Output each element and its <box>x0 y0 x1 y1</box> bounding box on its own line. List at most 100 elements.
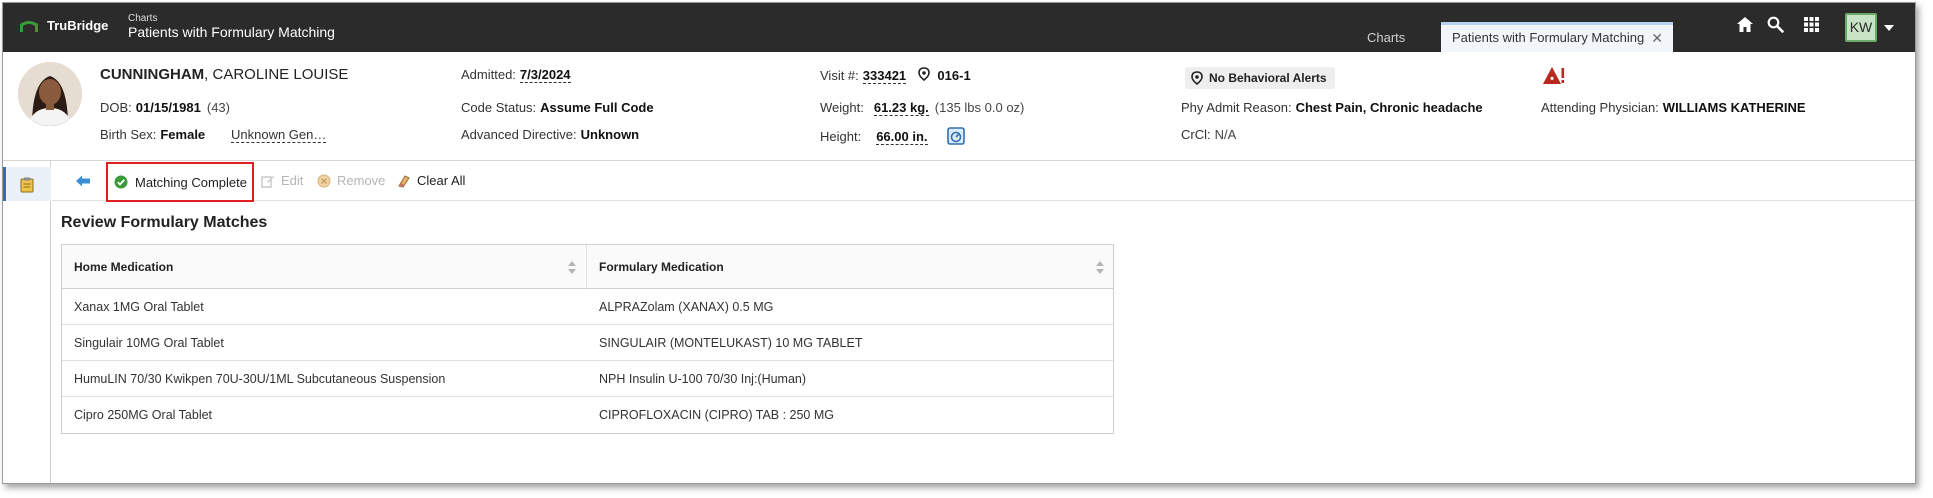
formulary-matches-table: Home Medication Formulary Medication Xan… <box>61 244 1114 434</box>
left-rail <box>3 161 51 483</box>
table-header: Home Medication Formulary Medication <box>62 245 1113 289</box>
dob-label: DOB: <box>100 100 132 115</box>
home-medication-cell: HumuLIN 70/30 Kwikpen 70U-30U/1ML Subcut… <box>74 372 446 386</box>
column-home-medication-label: Home Medication <box>74 260 174 274</box>
patient-name: CUNNINGHAM, CAROLINE LOUISE <box>100 66 348 83</box>
clear-all-label: Clear All <box>417 173 466 188</box>
home-medication-cell: Cipro 250MG Oral Tablet <box>74 408 213 422</box>
dob-field: DOB: 01/15/1981 (43) <box>100 100 230 115</box>
height-label: Height: <box>820 129 862 144</box>
back-arrow-icon[interactable] <box>75 174 91 188</box>
visit-value[interactable]: 333421 <box>862 68 907 84</box>
sort-icon[interactable] <box>1096 261 1104 274</box>
top-icons <box>1736 16 1820 33</box>
location-pin-icon <box>917 67 930 82</box>
weight-field: Weight: 61.23 kg. (135 lbs 0.0 oz) <box>820 100 1025 116</box>
app-window: TruBridge Charts Patients with Formulary… <box>2 2 1916 484</box>
attending-value: WILLIAMS KATHERINE <box>1662 100 1806 115</box>
visit-field: Visit #: 333421 016-1 <box>820 67 971 84</box>
phy-admit-reason-field: Phy Admit Reason: Chest Pain, Chronic hea… <box>1181 100 1483 115</box>
code-status-value: Assume Full Code <box>540 100 654 115</box>
edit-icon <box>261 175 274 188</box>
behavioral-alerts-text: No Behavioral Alerts <box>1209 71 1327 85</box>
table-row[interactable]: Singulair 10MG Oral Tablet SINGULAIR (MO… <box>62 325 1113 361</box>
brand-name: TruBridge <box>47 18 109 33</box>
table-row[interactable]: HumuLIN 70/30 Kwikpen 70U-30U/1ML Subcut… <box>62 361 1113 397</box>
edit-button[interactable]: Edit <box>261 173 303 188</box>
phy-admit-value: Chest Pain, Chronic headache <box>1295 100 1483 115</box>
close-tab-icon[interactable]: ✕ <box>1651 25 1663 51</box>
tab-patients-formulary[interactable]: Patients with Formulary Matching ✕ <box>1441 22 1673 52</box>
crcl-value: N/A <box>1214 127 1237 142</box>
remove-button[interactable]: Remove <box>317 173 385 188</box>
room-value: 016-1 <box>937 68 971 83</box>
admitted-field: Admitted: 7/3/2024 <box>461 67 571 83</box>
apps-grid-icon[interactable] <box>1803 16 1820 33</box>
rail-item-clipboard[interactable] <box>3 167 51 201</box>
check-circle-icon <box>114 175 128 189</box>
advanced-directive-label: Advanced Directive: <box>461 127 577 142</box>
table-row[interactable]: Cipro 250MG Oral Tablet CIPROFLOXACIN (C… <box>62 397 1113 433</box>
formulary-medication-cell: NPH Insulin U-100 70/30 Inj:(Human) <box>599 372 807 386</box>
code-status-label: Code Status: <box>461 100 537 115</box>
formulary-medication-cell: ALPRAZolam (XANAX) 0.5 MG <box>599 300 774 314</box>
home-icon[interactable] <box>1736 16 1754 33</box>
matching-complete-button[interactable]: Matching Complete <box>106 162 254 202</box>
brand-logo[interactable]: TruBridge <box>19 18 108 33</box>
clipboard-icon <box>20 177 34 193</box>
home-medication-cell: Xanax 1MG Oral Tablet <box>74 300 204 314</box>
sort-icon[interactable] <box>568 261 576 274</box>
patient-last-name: CUNNINGHAM <box>100 66 205 83</box>
trubridge-logo-icon <box>20 20 38 32</box>
remove-label: Remove <box>337 173 386 188</box>
edit-label: Edit <box>281 173 304 188</box>
matching-complete-label: Matching Complete <box>135 174 247 190</box>
table-row[interactable]: Xanax 1MG Oral Tablet ALPRAZolam (XANAX)… <box>62 289 1113 325</box>
code-status-field: Code Status: Assume Full Code <box>461 100 654 115</box>
column-formulary-medication[interactable]: Formulary Medication <box>587 245 1114 289</box>
weight-lbs-value: (135 lbs 0.0 oz) <box>934 100 1025 115</box>
advanced-directive-field: Advanced Directive: Unknown <box>461 127 639 142</box>
breadcrumb-parent[interactable]: Charts <box>128 13 335 24</box>
attending-physician-field: Attending Physician: WILLIAMS KATHERINE <box>1541 100 1806 115</box>
svg-text:•: • <box>1550 73 1554 85</box>
eraser-icon <box>398 174 410 188</box>
clear-all-button[interactable]: Clear All <box>397 173 465 188</box>
app-breadcrumb: Charts Patients with Formulary Matching <box>128 13 335 40</box>
dob-value: 01/15/1981 <box>135 100 201 115</box>
patient-first-name: , CAROLINE LOUISE <box>204 66 349 83</box>
crcl-label: CrCl: <box>1181 127 1211 142</box>
gender-identity-field[interactable]: Unknown Gen… <box>231 127 327 143</box>
height-field: Height: 66.00 in. <box>820 127 965 145</box>
patient-banner: CUNNINGHAM, CAROLINE LOUISE DOB: 01/15/19… <box>3 52 1915 161</box>
remove-icon <box>317 174 331 187</box>
formulary-medication-cell: SINGULAIR (MONTELUKAST) 10 MG TABLET <box>599 336 863 350</box>
weight-value[interactable]: 61.23 kg. <box>873 100 929 116</box>
warning-icon[interactable]: • <box>1542 66 1566 86</box>
tab-charts[interactable]: Charts <box>1355 23 1417 52</box>
tab-label: Patients with Formulary Matching <box>1452 30 1645 45</box>
scale-measure-icon[interactable] <box>947 127 965 145</box>
user-avatar[interactable]: KW <box>1845 13 1877 42</box>
gender-value[interactable]: Unknown Gen… <box>231 127 327 143</box>
search-icon[interactable] <box>1767 16 1784 33</box>
review-title: Review Formulary Matches <box>61 214 268 231</box>
birth-sex-value: Female <box>160 127 206 142</box>
top-bar: TruBridge Charts Patients with Formulary… <box>3 3 1915 52</box>
advanced-directive-value: Unknown <box>580 127 640 142</box>
column-formulary-medication-label: Formulary Medication <box>599 260 724 274</box>
phy-admit-label: Phy Admit Reason: <box>1181 100 1292 115</box>
height-value[interactable]: 66.00 in. <box>876 129 928 145</box>
behavioral-alerts-badge[interactable]: No Behavioral Alerts <box>1185 67 1335 89</box>
chevron-down-icon[interactable] <box>1884 25 1894 31</box>
home-medication-cell: Singulair 10MG Oral Tablet <box>74 336 224 350</box>
admitted-value[interactable]: 7/3/2024 <box>519 67 571 83</box>
patient-photo <box>18 62 82 126</box>
column-home-medication[interactable]: Home Medication <box>62 245 587 289</box>
location-alert-icon <box>1191 71 1203 85</box>
birth-sex-label: Birth Sex: <box>100 127 157 142</box>
age-value: (43) <box>206 100 230 115</box>
weight-label: Weight: <box>820 100 864 115</box>
visit-label: Visit #: <box>820 68 859 83</box>
toolbar: Matching Complete Edit Remove Clear All <box>52 161 1915 202</box>
